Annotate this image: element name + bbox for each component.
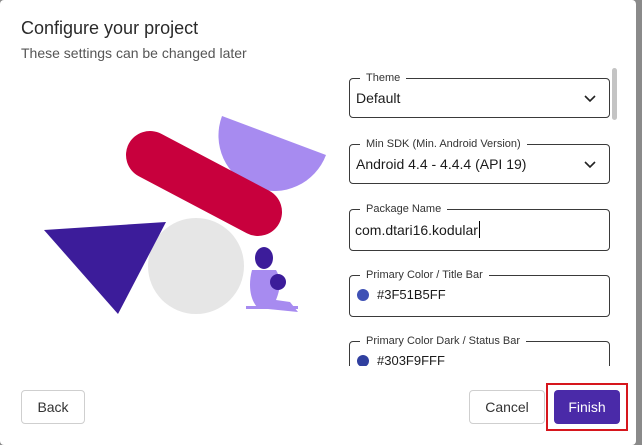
primary-color-value: #3F51B5FF bbox=[377, 287, 446, 302]
project-illustration bbox=[44, 116, 326, 314]
primary-color-input[interactable]: Primary Color / Title Bar #3F51B5FF bbox=[349, 267, 610, 317]
package-name-value: com.dtari16.kodular bbox=[355, 222, 478, 238]
min-sdk-select[interactable]: Min SDK (Min. Android Version) Android 4… bbox=[349, 136, 610, 184]
settings-form: Theme Default Min SDK (Min. Android Vers… bbox=[349, 66, 611, 366]
package-name-input[interactable]: Package Name com.dtari16.kodular bbox=[349, 201, 610, 251]
form-scrollbar[interactable] bbox=[612, 68, 617, 120]
theme-select[interactable]: Theme Default bbox=[349, 70, 610, 118]
package-name-field-text: com.dtari16.kodular bbox=[355, 221, 480, 238]
primary-color-dark-input[interactable]: Primary Color Dark / Status Bar #303F9FF… bbox=[349, 333, 610, 366]
illustration-triangle bbox=[44, 222, 166, 314]
back-button[interactable]: Back bbox=[21, 390, 85, 424]
configure-project-dialog: Configure your project These settings ca… bbox=[0, 0, 636, 445]
package-name-label: Package Name bbox=[360, 201, 448, 217]
theme-value: Default bbox=[356, 90, 401, 106]
min-sdk-label: Min SDK (Min. Android Version) bbox=[360, 136, 527, 152]
illustration-person bbox=[246, 247, 298, 312]
finish-highlight-box bbox=[546, 383, 628, 431]
min-sdk-value: Android 4.4 - 4.4.4 (API 19) bbox=[356, 156, 527, 172]
cancel-button[interactable]: Cancel bbox=[469, 390, 545, 424]
text-caret bbox=[478, 221, 480, 238]
chevron-down-icon bbox=[584, 95, 596, 103]
primary-color-label: Primary Color / Title Bar bbox=[360, 267, 489, 283]
theme-label: Theme bbox=[360, 70, 407, 86]
primary-color-dark-value: #303F9FFF bbox=[377, 353, 445, 366]
chevron-down-icon bbox=[584, 161, 596, 169]
primary-color-swatch[interactable] bbox=[357, 289, 369, 301]
illustration-circle bbox=[148, 218, 244, 314]
primary-color-dark-swatch[interactable] bbox=[357, 355, 369, 366]
primary-color-dark-label: Primary Color Dark / Status Bar bbox=[360, 333, 527, 349]
